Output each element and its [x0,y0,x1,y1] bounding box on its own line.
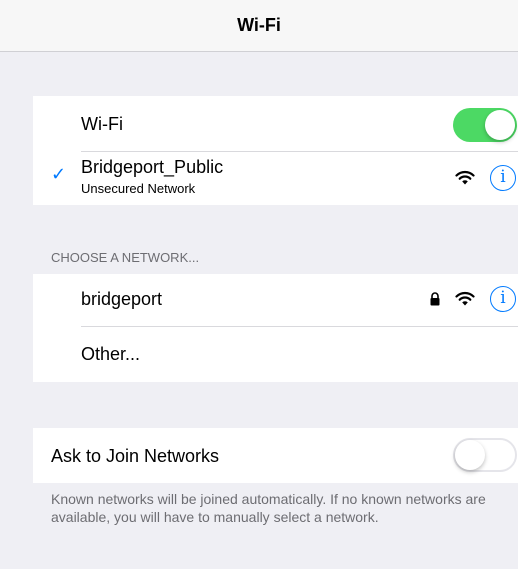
checkmark-icon: ✓ [51,164,67,185]
page-title: Wi-Fi [237,15,281,35]
ask-to-join-row: Ask to Join Networks [33,428,518,483]
ask-to-join-footer: Known networks will be joined automatica… [51,491,486,525]
ask-to-join-toggle[interactable] [453,438,517,472]
wifi-signal-icon [455,170,475,185]
other-network-row[interactable]: Other... [33,327,518,382]
ask-to-join-group: Ask to Join Networks [33,428,518,483]
lock-icon [430,292,440,306]
connected-network-status: Unsecured Network [81,181,196,196]
wifi-toggle-knob [485,110,515,140]
networks-group: bridgeport i Other... [33,274,518,382]
wifi-signal-icon [455,291,475,306]
info-icon[interactable]: i [490,165,516,191]
ask-to-join-toggle-knob [455,440,485,470]
wifi-toggle[interactable] [453,108,517,142]
navigation-bar: Wi-Fi [0,0,518,52]
connected-network-row[interactable]: ✓ Bridgeport_Public Unsecured Network i [33,152,518,205]
network-name: bridgeport [81,289,163,309]
ask-to-join-label: Ask to Join Networks [51,446,220,466]
other-network-label: Other... [81,344,141,364]
info-icon[interactable]: i [490,286,516,312]
wifi-settings-group: Wi-Fi ✓ Bridgeport_Public Unsecured Netw… [33,96,518,205]
wifi-label: Wi-Fi [81,114,123,134]
connected-network-name: Bridgeport_Public [81,157,224,177]
network-row-bridgeport[interactable]: bridgeport i [33,274,518,326]
wifi-toggle-row: Wi-Fi [33,96,518,152]
choose-network-header: CHOOSE A NETWORK... [51,250,200,265]
